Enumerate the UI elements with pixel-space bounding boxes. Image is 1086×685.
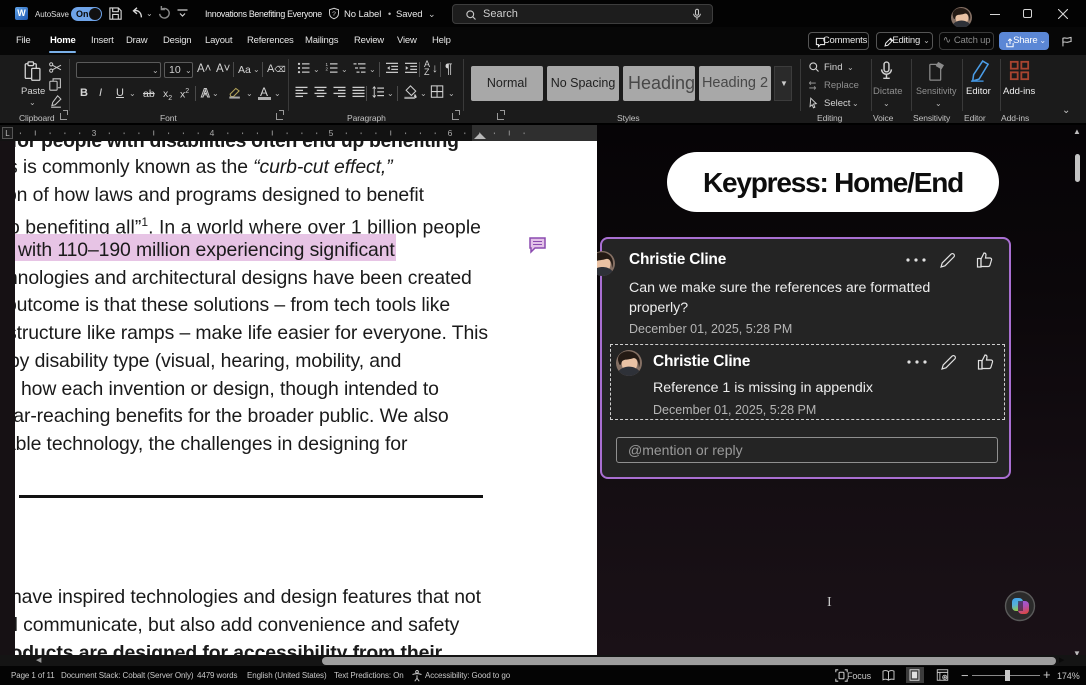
svg-text:2: 2: [326, 66, 329, 71]
svg-text:3: 3: [92, 128, 97, 138]
svg-text:6: 6: [448, 128, 453, 138]
svg-text:4: 4: [210, 128, 215, 138]
svg-text:5: 5: [329, 128, 334, 138]
svg-text:?: ?: [332, 11, 336, 18]
